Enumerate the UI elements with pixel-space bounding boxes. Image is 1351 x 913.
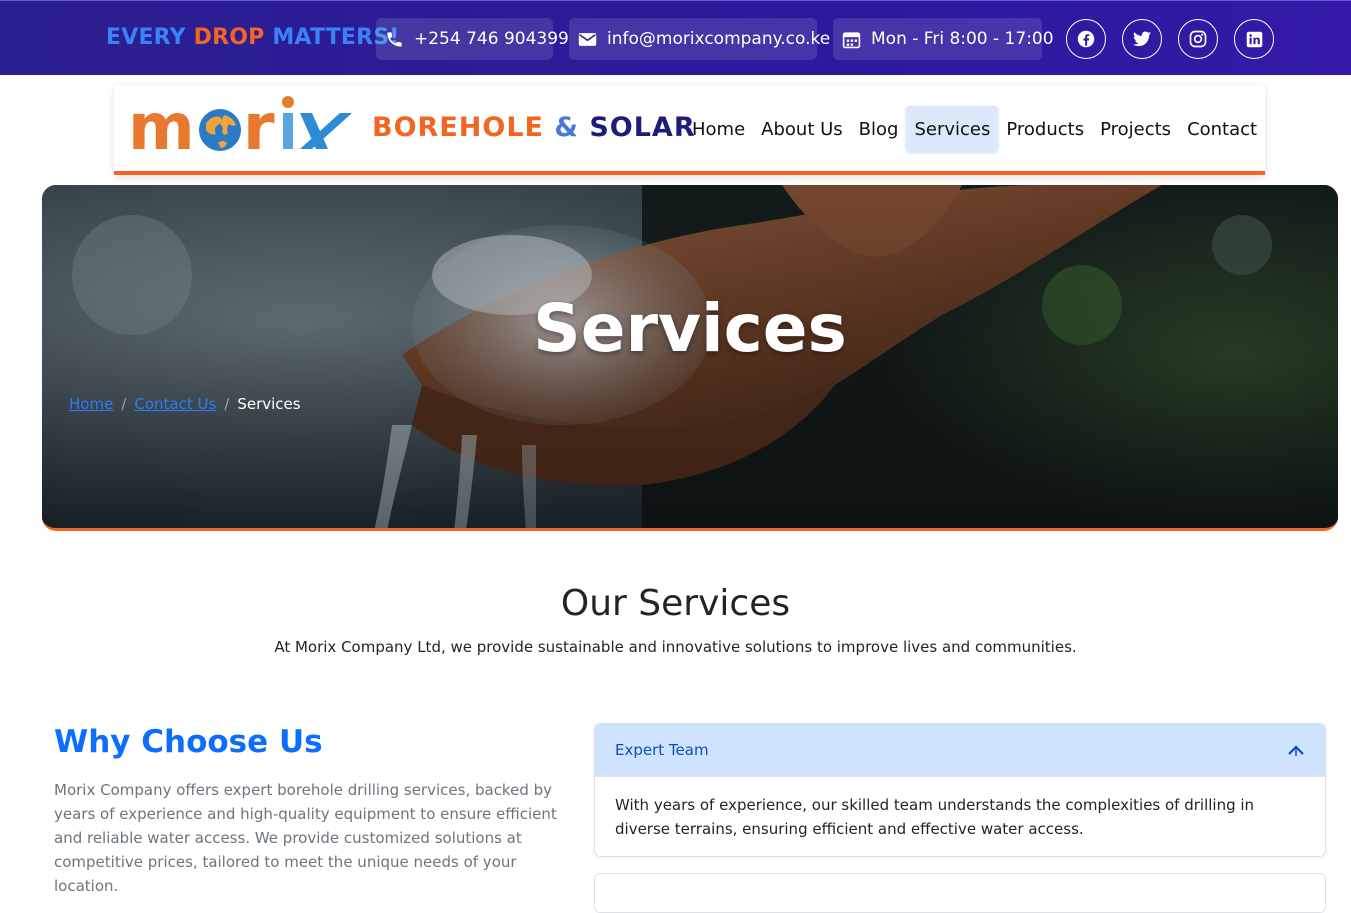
phone-link[interactable]: +254 746 904399 (376, 18, 569, 60)
chevron-up-icon (1288, 745, 1304, 756)
breadcrumb: Home / Contact Us / Services (69, 395, 301, 413)
phone-icon (387, 31, 402, 47)
instagram-icon (1189, 30, 1207, 48)
page-title: Services (533, 290, 847, 367)
twitter-icon (1133, 31, 1151, 47)
business-hours: Mon - Fri 8:00 - 17:00 (871, 29, 1054, 49)
svg-text:r: r (243, 93, 275, 159)
breadcrumb-separator-icon: / (224, 395, 230, 413)
nav-products[interactable]: Products (998, 106, 1092, 152)
breadcrumb-home[interactable]: Home (69, 395, 113, 413)
top-bar: EVERY DROP MATTERS! +254 746 904399 info… (0, 0, 1351, 75)
slogan-word-2: DROP (193, 25, 265, 50)
hours-display: Mon - Fri 8:00 - 17:00 (833, 18, 1054, 60)
nav-links: Home About Us Blog Services Products Pro… (684, 106, 1265, 152)
hero-banner: Services Home / Contact Us / Services (42, 185, 1338, 531)
accordion-item-next[interactable] (594, 873, 1326, 913)
twitter-link[interactable] (1122, 19, 1162, 59)
calendar-icon (842, 31, 861, 48)
linkedin-link[interactable] (1234, 19, 1274, 59)
breadcrumb-current: Services (237, 395, 301, 413)
brand-borehole: BOREHOLE (372, 112, 544, 143)
nav-blog[interactable]: Blog (851, 106, 907, 152)
slogan: EVERY DROP MATTERS! (106, 25, 400, 50)
why-choose-us-title: Why Choose Us (54, 724, 323, 760)
nav-services[interactable]: Services (906, 106, 999, 152)
brand-ampersand: & (554, 112, 579, 143)
brand-name: BOREHOLE & SOLAR (372, 112, 696, 143)
slogan-word-1: EVERY (106, 25, 186, 50)
why-choose-us-text: Morix Company offers expert borehole dri… (54, 781, 557, 895)
morix-logo[interactable]: m r (128, 93, 358, 159)
nav-about-us[interactable]: About Us (753, 106, 851, 152)
email-address: info@morixcompany.co.ke (607, 29, 831, 49)
breadcrumb-separator-icon: / (121, 395, 127, 413)
svg-text:m: m (128, 93, 193, 159)
main-navbar: m r BOREHOLE & SOLAR Home About Us Blog … (114, 85, 1265, 175)
nav-projects[interactable]: Projects (1092, 106, 1179, 152)
accordion-header[interactable]: Expert Team (595, 724, 1325, 777)
accordion-item-expert-team: Expert Team With years of experience, ou… (594, 723, 1326, 857)
brand-solar: SOLAR (589, 112, 696, 143)
facebook-link[interactable] (1066, 19, 1106, 59)
section-subtitle: At Morix Company Ltd, we provide sustain… (274, 638, 1077, 656)
section-title: Our Services (560, 583, 791, 624)
accordion-title: Expert Team (615, 741, 709, 759)
phone-number: +254 746 904399 (414, 29, 569, 49)
facebook-icon (1077, 30, 1095, 48)
email-link[interactable]: info@morixcompany.co.ke (569, 18, 830, 60)
linkedin-icon (1246, 31, 1262, 47)
nav-contact[interactable]: Contact (1179, 106, 1265, 152)
accordion-body: With years of experience, our skilled te… (615, 796, 1255, 838)
instagram-link[interactable] (1178, 19, 1218, 59)
envelope-icon (578, 32, 597, 46)
breadcrumb-contact-us[interactable]: Contact Us (134, 395, 216, 413)
nav-home[interactable]: Home (684, 106, 753, 152)
